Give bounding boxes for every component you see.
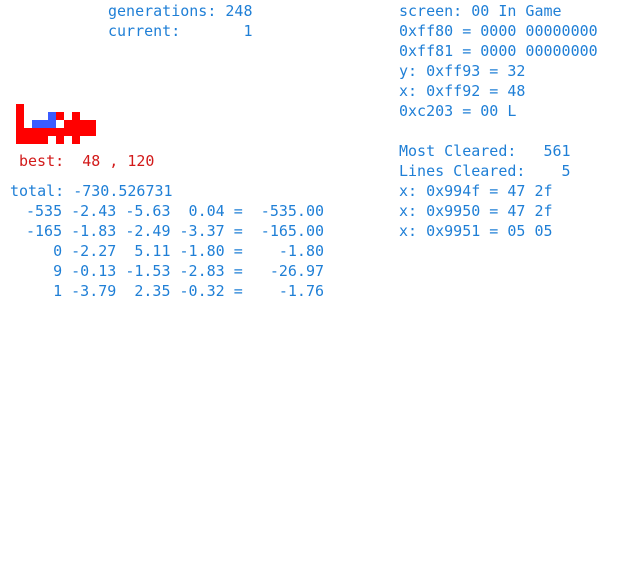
mem-ff80: 0xff80 = 0000 00000000 [399,22,598,40]
mem-y: y: 0xff93 = 32 [399,62,526,80]
mem-9950: x: 0x9950 = 47 2f [399,202,553,220]
screen-status: screen: 00 In Game [399,2,562,20]
tetris-board-preview-icon [16,104,96,144]
generations-label: generations: 248 [108,2,253,20]
weights-row: 0 -2.27 5.11 -1.80 = -1.80 [26,242,325,260]
current-label: current: 1 [108,22,253,40]
total-label: total: -730.526731 [10,182,173,200]
mem-x: x: 0xff92 = 48 [399,82,526,100]
mem-9951: x: 0x9951 = 05 05 [399,222,553,240]
lines-cleared: Lines Cleared: 5 [399,162,571,180]
mem-c203: 0xc203 = 00 L [399,102,517,120]
mem-994f: x: 0x994f = 47 2f [399,182,553,200]
most-cleared: Most Cleared: 561 [399,142,571,160]
mem-ff81: 0xff81 = 0000 00000000 [399,42,598,60]
weights-row: 1 -3.79 2.35 -0.32 = -1.76 [26,282,325,300]
weights-row: -165 -1.83 -2.49 -3.37 = -165.00 [26,222,325,240]
weights-row: 9 -0.13 -1.53 -2.83 = -26.97 [26,262,325,280]
best-label: best: 48 , 120 [19,152,155,170]
weights-row: -535 -2.43 -5.63 0.04 = -535.00 [26,202,325,220]
